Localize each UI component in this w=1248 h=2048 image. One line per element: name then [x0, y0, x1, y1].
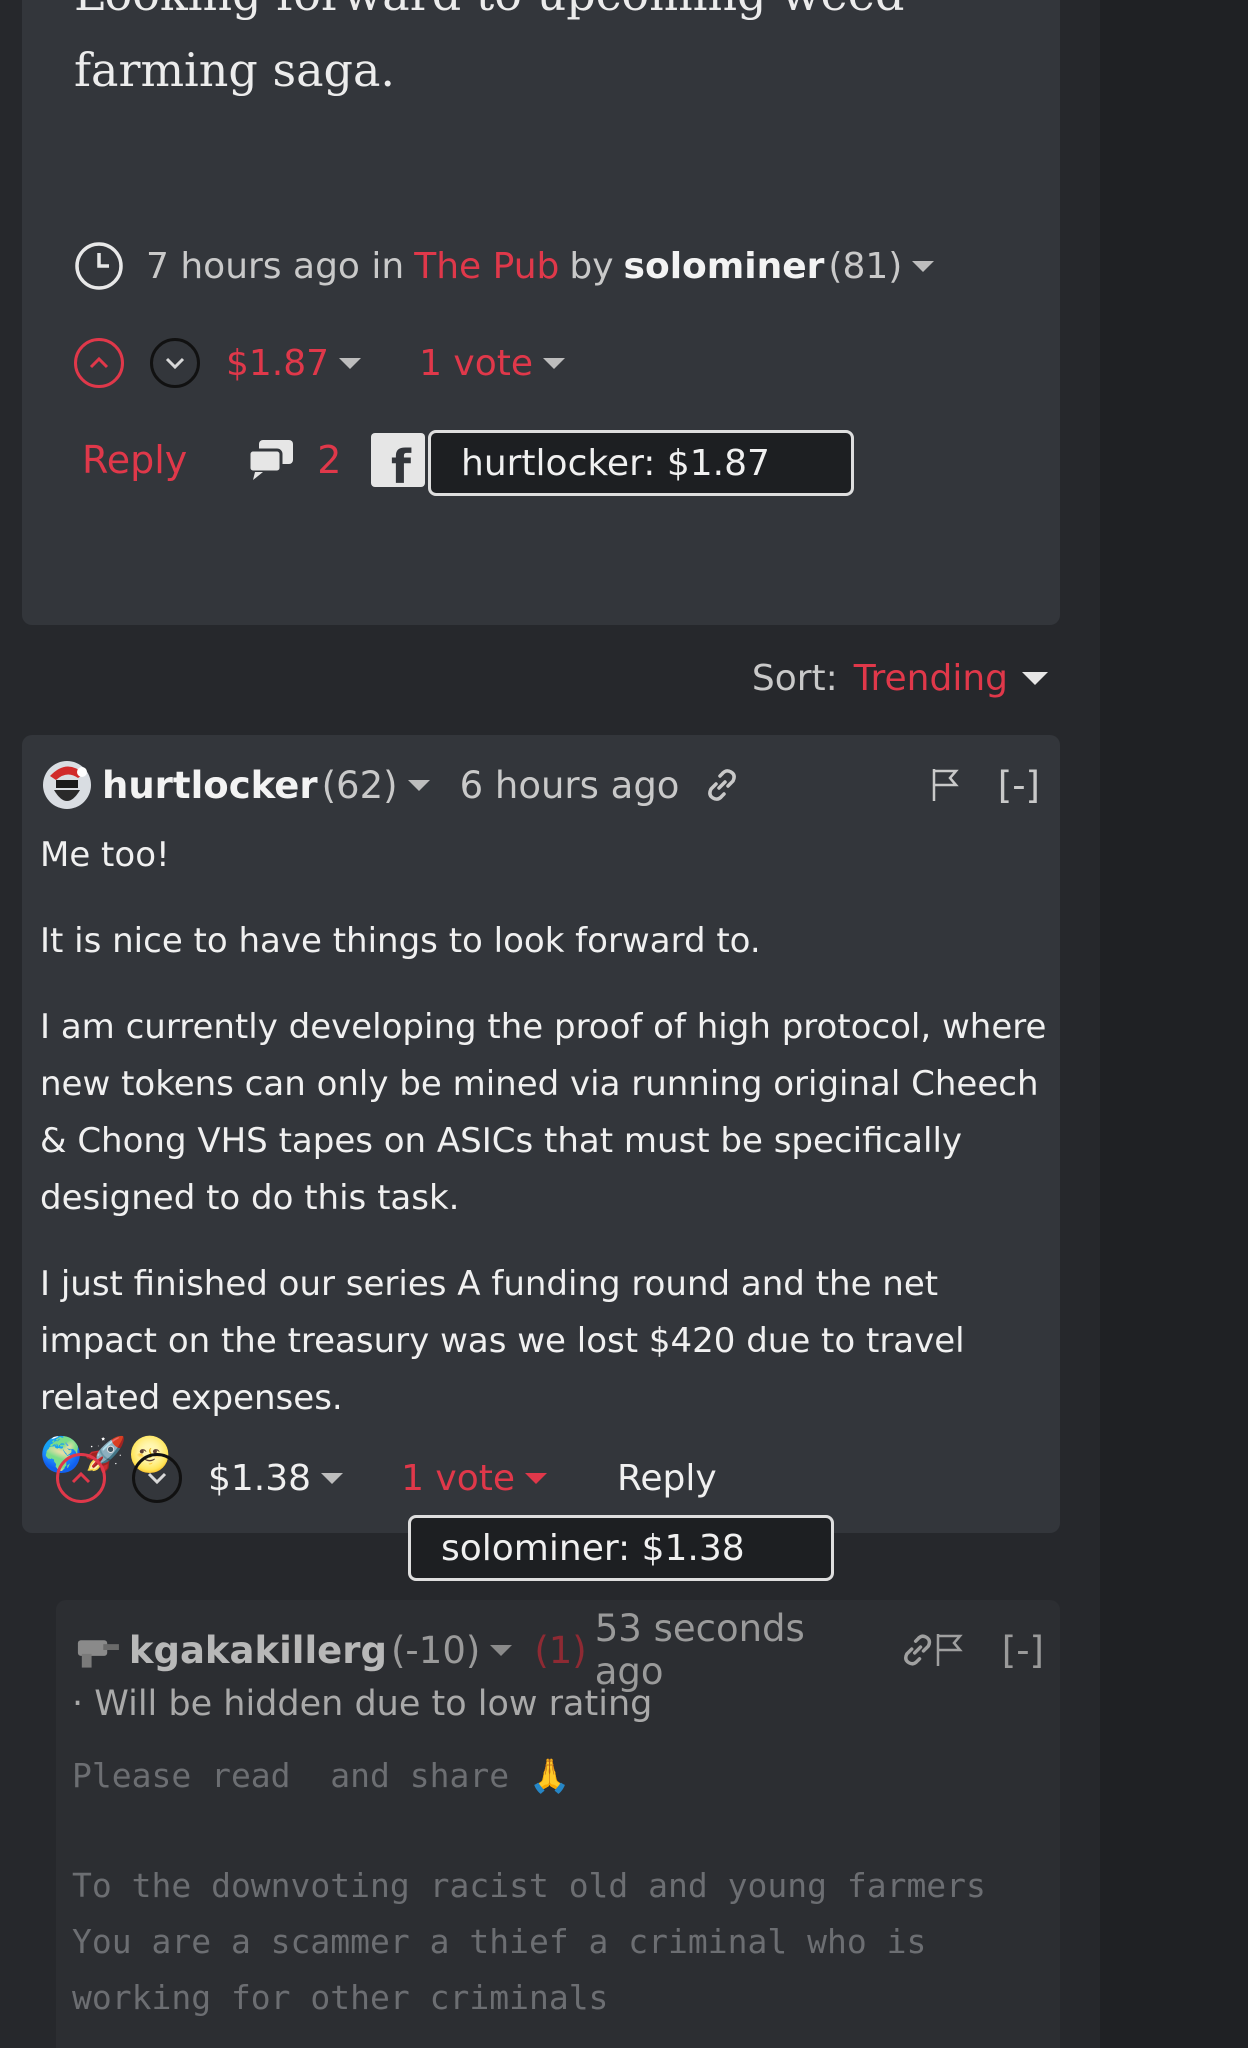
- chevron-down-icon: [165, 357, 185, 370]
- post-vote-row: $1.87 1 vote: [74, 338, 566, 388]
- comment-paragraph: Me too!: [40, 835, 170, 875]
- reply-text-line: To the downvoting racist old and young f…: [72, 1866, 986, 1905]
- sort-label: Sort:: [751, 657, 838, 699]
- page-margin: [1100, 0, 1248, 2048]
- post-votes[interactable]: 1 vote: [419, 343, 533, 384]
- author-menu-caret-icon[interactable]: [912, 260, 935, 272]
- sort-value[interactable]: Trending: [854, 658, 1008, 699]
- comment-voter-text: solominer: $1.38: [441, 1527, 745, 1569]
- collapse-toggle[interactable]: [-]: [998, 764, 1040, 807]
- reply-text-line: Please read and share 🙏: [72, 1756, 571, 1795]
- reply-header: kgakakillerg (-10) (1) 53 seconds ago [-…: [74, 1607, 1044, 1693]
- post-action-row: Reply 2 f: [74, 428, 426, 492]
- facebook-icon[interactable]: f: [371, 433, 426, 487]
- reply-text-line: You are a scammer a thief a criminal who…: [72, 1922, 927, 1961]
- reply-author-caret-icon[interactable]: [490, 1644, 513, 1656]
- reply-card: kgakakillerg (-10) (1) 53 seconds ago [-…: [56, 1600, 1060, 2048]
- low-rating-notice: · Will be hidden due to low rating: [72, 1684, 653, 1724]
- comment-card: hurtlocker (62) 6 hours ago [-] Me too! …: [22, 735, 1060, 1533]
- reply-flag-count: (1): [534, 1628, 587, 1672]
- svg-text:f: f: [391, 440, 412, 487]
- post-voter-tooltip: hurtlocker: $1.87: [428, 430, 854, 496]
- post-body: Looking forward to upcoming weed farming…: [74, 0, 1034, 108]
- by-label: by: [569, 245, 614, 287]
- chevron-down-icon: [147, 1472, 167, 1485]
- chevron-up-icon: [89, 356, 109, 369]
- comment-body: Me too! It is nice to have things to loo…: [40, 827, 1050, 1484]
- reply-author-rep: (-10): [391, 1628, 481, 1672]
- post-body-partial-line: Looking forward to upcoming weed: [74, 0, 1034, 32]
- comment-time[interactable]: 6 hours ago: [460, 764, 680, 807]
- comment-paragraph: It is nice to have things to look forwar…: [40, 921, 761, 961]
- payout-caret-icon[interactable]: [339, 357, 362, 369]
- comment-votes[interactable]: 1 vote: [401, 1458, 515, 1499]
- post-payout[interactable]: $1.87: [226, 343, 329, 384]
- comment-paragraph: I just finished our series A funding rou…: [40, 1264, 965, 1418]
- reply-time[interactable]: 53 seconds ago: [595, 1607, 879, 1693]
- post-meta: 7 hours ago in The Pub by solominer (81): [74, 240, 935, 292]
- comment-payout-caret-icon[interactable]: [321, 1472, 344, 1484]
- comment-author-rep: (62): [321, 763, 398, 807]
- sort-caret-icon[interactable]: [1022, 671, 1048, 685]
- reply-text-line: working for other criminals: [72, 1978, 609, 2017]
- upvote-button[interactable]: [74, 338, 124, 388]
- comment-votes-caret-icon[interactable]: [525, 1472, 548, 1484]
- post-card: Looking forward to upcoming weed farming…: [22, 0, 1060, 625]
- post-time: 7 hours ago in: [146, 245, 405, 287]
- comment-upvote-button[interactable]: [56, 1453, 106, 1503]
- comment-count[interactable]: 2: [317, 438, 341, 482]
- reply-author[interactable]: kgakakillerg: [129, 1629, 387, 1672]
- comment-vote-row: $1.38 1 vote Reply: [56, 1453, 717, 1503]
- avatar[interactable]: [42, 760, 92, 810]
- comment-voter-tooltip: solominer: $1.38: [408, 1515, 834, 1581]
- post-reply-button[interactable]: Reply: [82, 438, 187, 482]
- comment-downvote-button[interactable]: [132, 1453, 182, 1503]
- sort-control[interactable]: Sort: Trending: [752, 650, 1048, 706]
- comment-reply-button[interactable]: Reply: [617, 1458, 717, 1499]
- comment-payout[interactable]: $1.38: [208, 1458, 311, 1499]
- comments-icon[interactable]: [247, 438, 295, 482]
- downvote-button[interactable]: [150, 338, 200, 388]
- comment-author-caret-icon[interactable]: [407, 779, 430, 791]
- link-icon[interactable]: [705, 768, 739, 802]
- votes-caret-icon[interactable]: [543, 357, 566, 369]
- reply-collapse-toggle[interactable]: [-]: [1002, 1629, 1044, 1672]
- avatar[interactable]: [74, 1630, 121, 1670]
- post-body-line: farming saga.: [74, 43, 395, 97]
- post-voter-text: hurtlocker: $1.87: [461, 442, 770, 484]
- flag-icon[interactable]: [934, 1632, 968, 1668]
- post-author[interactable]: solominer: [624, 246, 825, 287]
- comment-paragraph: I am currently developing the proof of h…: [40, 1007, 1047, 1218]
- comment-author[interactable]: hurtlocker: [102, 764, 318, 807]
- chevron-up-icon: [71, 1471, 91, 1484]
- author-reputation: (81): [828, 245, 903, 287]
- clock-icon: [75, 242, 123, 290]
- comment-header: hurtlocker (62) 6 hours ago [-]: [42, 755, 1040, 815]
- link-icon[interactable]: [901, 1633, 934, 1667]
- flag-icon[interactable]: [930, 767, 964, 803]
- community-link[interactable]: The Pub: [414, 246, 559, 287]
